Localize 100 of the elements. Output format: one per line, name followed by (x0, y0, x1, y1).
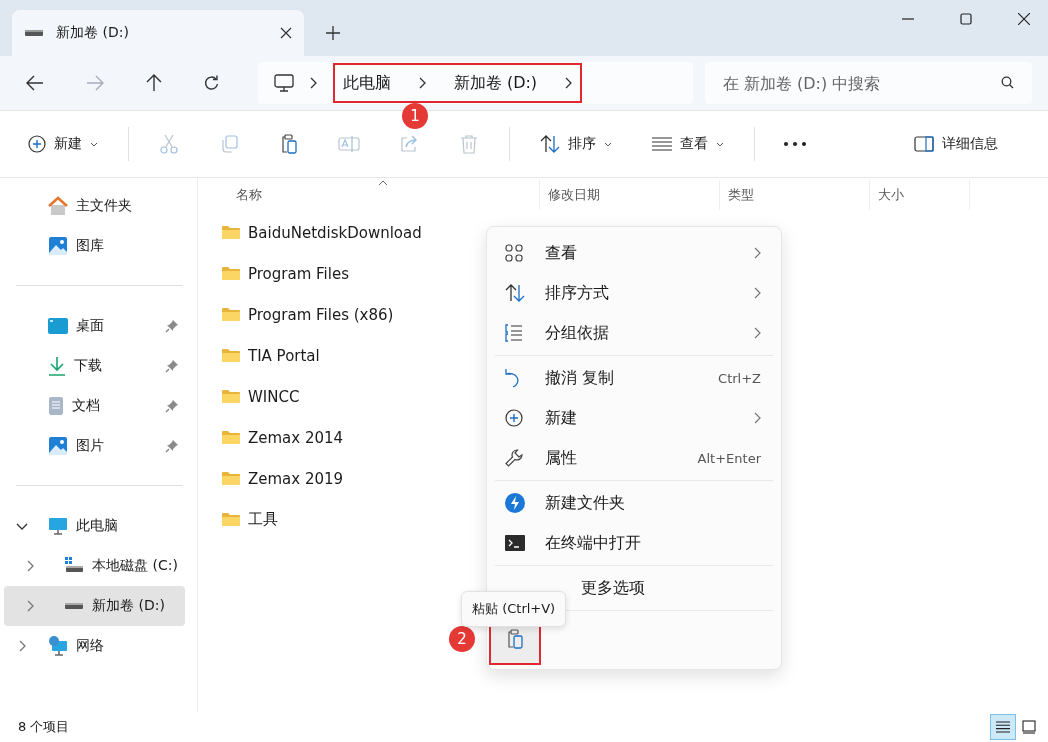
group-list-icon (505, 324, 523, 342)
wrench-icon (505, 449, 523, 467)
close-icon[interactable] (1018, 13, 1030, 25)
clipboard-icon (280, 134, 298, 154)
network-icon (48, 636, 68, 656)
file-name[interactable]: 工具 (248, 510, 278, 529)
collapsed-chevron-icon[interactable] (18, 640, 26, 652)
monitor-icon (273, 74, 294, 92)
step-badge: 1 (402, 103, 428, 129)
folder-icon (222, 512, 240, 527)
pin-icon[interactable] (165, 359, 179, 373)
breadcrumb-item[interactable]: 新加卷 (D:) (453, 72, 538, 94)
sidebar-item[interactable]: 下载 (4, 346, 185, 386)
sidebar-item[interactable]: 图库 (4, 226, 185, 266)
clipboard-icon (506, 629, 524, 649)
column-header[interactable]: 修改日期 (548, 186, 600, 204)
more-icon (784, 142, 806, 146)
add-icon (28, 135, 46, 153)
menu-item[interactable]: 新建文件夹 (491, 483, 777, 523)
new-tab-icon[interactable] (326, 26, 340, 40)
sidebar-item[interactable]: 桌面 (4, 306, 185, 346)
menu-item[interactable]: 新建 (491, 398, 777, 438)
monitor-icon (48, 516, 68, 536)
expanded-chevron-icon[interactable] (16, 522, 28, 530)
folder-icon (222, 471, 240, 486)
sidebar-item[interactable]: 图片 (4, 426, 185, 466)
file-name[interactable]: Zemax 2014 (248, 428, 344, 447)
maximize-icon[interactable] (960, 13, 972, 25)
scissors-icon (160, 134, 178, 154)
address-bar[interactable]: 此电脑 新加卷 (D:) (257, 62, 693, 104)
list-icon (652, 137, 672, 151)
up-icon[interactable] (145, 74, 162, 92)
folder-icon (222, 389, 240, 404)
tooltip: 粘贴 (Ctrl+V) (461, 591, 567, 627)
folder-icon (222, 430, 240, 445)
details-view-button[interactable] (990, 714, 1016, 740)
chevron-icon[interactable] (418, 77, 426, 89)
sidebar-item[interactable]: 此电脑 (4, 506, 185, 546)
file-name[interactable]: WINCC (248, 387, 300, 406)
details-pane-button[interactable]: 详细信息 (904, 129, 1008, 159)
menu-item[interactable]: 查看 (491, 233, 777, 273)
sort-icon (540, 135, 560, 153)
share-icon (399, 135, 419, 153)
menu-item[interactable]: 属性 Alt+Enter (491, 438, 777, 478)
caret-icon (716, 141, 724, 147)
terminal-icon (505, 535, 525, 551)
sidebar-item[interactable]: 网络 (4, 626, 185, 666)
undo-icon (505, 368, 521, 388)
menu-item[interactable]: 分组依据 (491, 313, 777, 353)
chevron-icon (309, 77, 317, 89)
file-name[interactable]: Program Files (248, 264, 349, 283)
folder-icon (222, 348, 240, 363)
file-name[interactable]: TIA Portal (248, 346, 320, 365)
list-icon (996, 721, 1010, 733)
copy-icon (220, 135, 238, 153)
menu-item[interactable]: 排序方式 (491, 273, 777, 313)
tab[interactable]: 新加卷 (D:) (12, 10, 304, 56)
view-button[interactable]: 查看 (642, 129, 734, 159)
panel-icon (914, 136, 934, 152)
folder-icon (222, 307, 240, 322)
close-icon[interactable] (280, 27, 292, 39)
picture-icon (48, 236, 68, 256)
sort-icon (505, 284, 525, 302)
house-icon (48, 196, 68, 216)
add-icon (505, 409, 523, 427)
sidebar-item[interactable]: 新加卷 (D:) (4, 586, 185, 626)
tile-icon (1022, 720, 1036, 734)
file-name[interactable]: Program Files (x86) (248, 305, 394, 324)
sidebar-item[interactable]: 本地磁盘 (C:) (4, 546, 185, 586)
back-icon[interactable] (26, 75, 44, 91)
drive-icon (24, 28, 44, 38)
search-field[interactable]: 在 新加卷 (D:) 中搜索 (704, 62, 1032, 104)
sidebar-item[interactable]: 文档 (4, 386, 185, 426)
picture-icon (48, 436, 68, 456)
sidebar-item[interactable]: 主文件夹 (4, 186, 185, 226)
file-name[interactable]: Zemax 2019 (248, 469, 344, 488)
caret-icon (604, 141, 612, 147)
pin-icon[interactable] (165, 399, 179, 413)
search-icon (1001, 76, 1014, 89)
sort-button[interactable]: 排序 (530, 129, 622, 159)
file-name[interactable]: BaiduNetdiskDownload (248, 223, 422, 242)
column-header[interactable]: 大小 (878, 186, 904, 204)
collapsed-chevron-icon[interactable] (26, 560, 34, 572)
menu-item[interactable]: 撤消 复制 Ctrl+Z (491, 358, 777, 398)
rename-icon (338, 135, 360, 153)
column-header[interactable]: 名称 (236, 186, 262, 204)
collapsed-chevron-icon[interactable] (26, 600, 34, 612)
chevron-icon[interactable] (565, 77, 573, 89)
item-count: 8 个项目 (18, 718, 70, 736)
document-icon (48, 396, 64, 416)
trash-icon (460, 134, 478, 154)
new-button[interactable]: 新建 (18, 129, 108, 159)
column-header[interactable]: 类型 (728, 186, 754, 204)
pin-icon[interactable] (165, 439, 179, 453)
folder-icon (222, 225, 240, 240)
menu-item[interactable]: 在终端中打开 (491, 523, 777, 563)
pin-icon[interactable] (165, 319, 179, 333)
refresh-icon[interactable] (203, 75, 220, 91)
folder-icon (222, 266, 240, 281)
breadcrumb-item[interactable]: 此电脑 (342, 72, 391, 94)
